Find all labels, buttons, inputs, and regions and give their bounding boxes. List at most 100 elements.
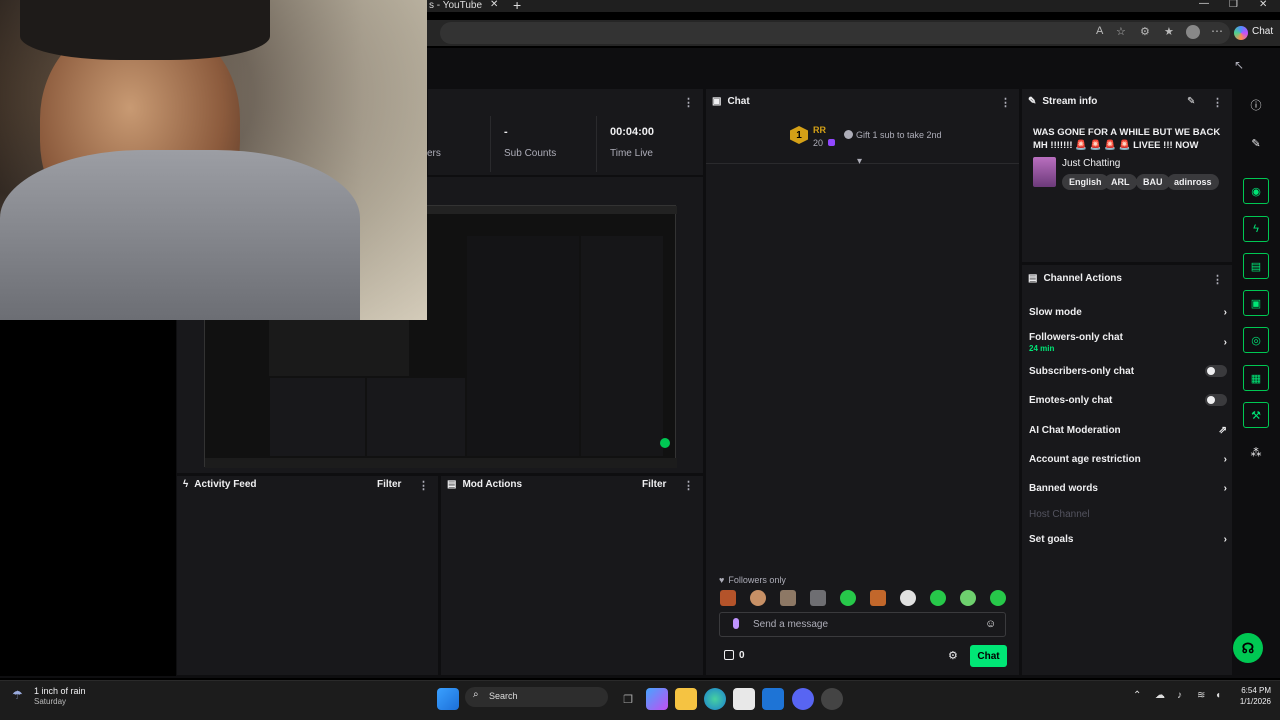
emotes-only-toggle[interactable] (1205, 394, 1227, 406)
file-explorer-icon[interactable] (675, 688, 697, 710)
time-live-value: 00:04:00 (610, 126, 655, 138)
rail-broadcast-button[interactable]: ◎ (1243, 327, 1269, 353)
stream-tag[interactable]: English (1062, 174, 1109, 190)
stream-tag[interactable]: ARL (1104, 174, 1137, 190)
channel-points-icon[interactable] (724, 650, 734, 660)
info-icon[interactable]: ⓘ (1245, 94, 1267, 116)
emote[interactable] (840, 590, 856, 606)
help-button[interactable]: ☊ (1233, 633, 1263, 663)
tab-close-icon[interactable]: ✕ (490, 0, 498, 10)
favorite-icon[interactable]: ☆ (1116, 25, 1126, 38)
channel-actions-panel (1021, 264, 1233, 676)
subscribers-only-toggle[interactable] (1205, 365, 1227, 377)
chat-expand-icon[interactable]: ▾ (857, 156, 862, 167)
rail-bolt-button[interactable]: ϟ (1243, 216, 1269, 242)
activity-feed-title: Activity Feed (194, 479, 257, 490)
window-close-icon[interactable]: ✕ (1259, 0, 1267, 10)
taskbar (0, 680, 1280, 720)
rail-chat-button[interactable]: ▣ (1243, 290, 1269, 316)
clock-time[interactable]: 6:54 PM (1237, 686, 1271, 695)
account-age-row[interactable]: Account age restriction › (1029, 449, 1227, 469)
emote[interactable] (780, 590, 796, 606)
slow-mode-row[interactable]: Slow mode › (1029, 302, 1227, 322)
clock-date[interactable]: 1/1/2026 (1232, 697, 1271, 706)
store-icon[interactable] (733, 688, 755, 710)
taskbar-search[interactable] (465, 687, 608, 707)
emote[interactable] (930, 590, 946, 606)
extensions-icon[interactable]: ⚙ (1140, 25, 1150, 38)
set-goals-row[interactable]: Set goals › (1029, 529, 1227, 549)
channel-actions-menu-icon[interactable]: ⋮ (1212, 273, 1223, 286)
mod-menu-icon[interactable]: ⋮ (683, 479, 694, 492)
emote[interactable] (810, 590, 826, 606)
emote[interactable] (990, 590, 1006, 606)
gift-user-name[interactable]: RR (813, 125, 826, 135)
preview-activity (270, 378, 365, 456)
mic-tray-icon[interactable]: ♪ (1177, 690, 1182, 701)
more-menu-icon[interactable]: ⋯ (1211, 24, 1223, 38)
profile-avatar[interactable] (1186, 25, 1200, 39)
read-aloud-icon[interactable]: A (1096, 25, 1103, 37)
category-name[interactable]: Just Chatting (1062, 158, 1120, 169)
webcam-overlay (0, 0, 427, 320)
chat-bubble-icon: ▣ (712, 96, 722, 107)
tab-title[interactable]: s - YouTube (429, 0, 482, 11)
rail-wrench-button[interactable]: ⚒ (1243, 402, 1269, 428)
tray-chevron-icon[interactable]: ⌃ (1133, 690, 1141, 701)
followers-only-text: Followers only (728, 575, 786, 585)
edge-icon[interactable] (704, 688, 726, 710)
tab-bar: s - YouTube ✕ + — ❐ ✕ (427, 0, 1280, 13)
app-icon[interactable] (821, 688, 843, 710)
activity-filter-button[interactable]: Filter (377, 479, 401, 490)
cloud-icon[interactable]: ☁ (1155, 690, 1165, 701)
mod-actions-header: ▤ Mod Actions (447, 479, 522, 490)
category-boxart[interactable] (1033, 157, 1056, 187)
emoji-picker-icon[interactable]: ☺ (985, 618, 996, 630)
mic-icon[interactable] (733, 618, 739, 629)
followers-only-row[interactable]: Followers-only chat › (1029, 331, 1227, 353)
rail-camera-button[interactable]: ◉ (1243, 178, 1269, 204)
rail-share-icon[interactable]: ⁂ (1245, 441, 1267, 463)
gift-leaderboard-text[interactable]: Gift 1 sub to take 2nd (856, 130, 942, 140)
emote[interactable] (900, 590, 916, 606)
stream-tag[interactable]: adinross (1167, 174, 1219, 190)
emote[interactable] (750, 590, 766, 606)
task-view-icon[interactable]: ❐ (617, 688, 639, 710)
activity-menu-icon[interactable]: ⋮ (418, 479, 429, 492)
weather-text[interactable]: 1 inch of rain (34, 686, 86, 696)
copilot-icon[interactable] (1234, 26, 1248, 40)
edit-stream-info-icon[interactable]: ✎ (1187, 96, 1195, 107)
edit-layout-icon[interactable]: ✎ (1245, 132, 1267, 154)
rail-video-button[interactable]: ▦ (1243, 365, 1269, 391)
start-icon[interactable] (437, 688, 459, 710)
emote[interactable] (870, 590, 886, 606)
volume-icon[interactable]: ◖ (1215, 690, 1221, 701)
wifi-icon[interactable]: ≋ (1197, 690, 1205, 701)
copilot-taskbar-icon[interactable] (646, 688, 668, 710)
chevron-right-icon: › (1223, 306, 1227, 318)
stream-info-menu-icon[interactable]: ⋮ (1212, 96, 1223, 109)
banned-words-row[interactable]: Banned words › (1029, 478, 1227, 498)
minimize-icon[interactable]: — (1199, 0, 1209, 9)
stream-tag[interactable]: BAU (1136, 174, 1170, 190)
chat-send-button[interactable]: Chat (970, 645, 1007, 667)
address-input[interactable] (440, 22, 1230, 44)
stream-info-header: ✎ Stream info (1028, 96, 1097, 107)
favorites-bar-icon[interactable]: ★ (1164, 25, 1174, 38)
webcam-hair (20, 0, 270, 60)
new-tab-button[interactable]: + (513, 0, 521, 13)
chat-settings-icon[interactable]: ⚙ (948, 649, 958, 662)
mail-icon[interactable] (762, 688, 784, 710)
emote[interactable] (960, 590, 976, 606)
chat-title: Chat (727, 96, 750, 107)
chat-menu-icon[interactable]: ⋮ (1000, 96, 1011, 109)
weather-icon[interactable]: ☂ (12, 688, 23, 702)
rail-notes-button[interactable]: ▤ (1243, 253, 1269, 279)
stats-menu-icon[interactable]: ⋮ (683, 96, 694, 109)
maximize-icon[interactable]: ❐ (1229, 0, 1238, 10)
ai-moderation-row[interactable]: AI Chat Moderation ⇗ (1029, 420, 1227, 440)
copilot-chat-label[interactable]: Chat (1252, 26, 1273, 37)
discord-icon[interactable] (792, 688, 814, 710)
emote[interactable] (720, 590, 736, 606)
mod-filter-button[interactable]: Filter (642, 479, 666, 490)
